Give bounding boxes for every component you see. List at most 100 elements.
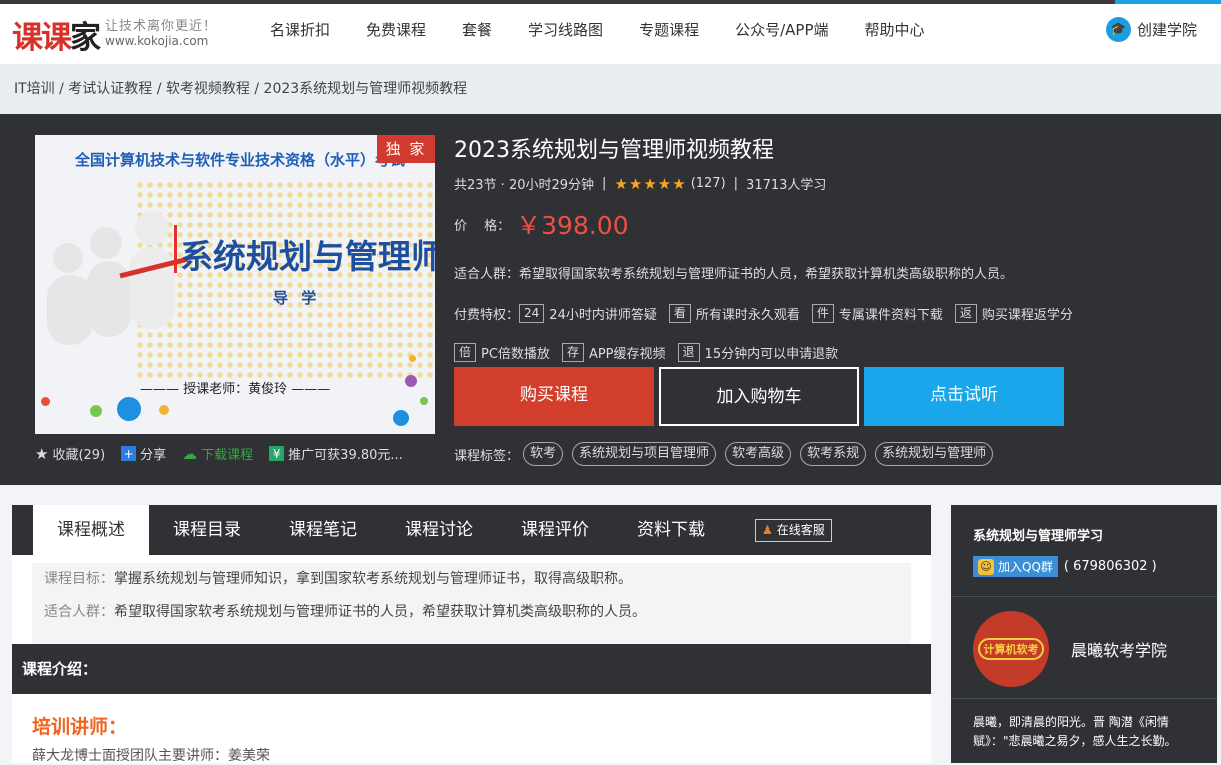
privilege-text: 购买课程返学分 [981,308,1073,323]
decor-ball [420,397,428,405]
logo-wordmark: 课课家 [12,19,101,56]
goal-label: 适合人群： [44,604,114,620]
create-academy-label: 创建学院 [1136,21,1197,39]
tag-pill[interactable]: 软考高级 [725,442,792,466]
audience-text: 适合人群：希望取得国家软考系统规划与管理师证书的人员，希望获取计算机类高级职称的… [454,267,1014,282]
tab-notes[interactable]: 课程笔记 [265,505,381,555]
course-cover[interactable]: 全国计算机技术与软件专业技术资格（水平）考试 独 家 系统规划与管理师 导 学 … [35,135,435,434]
course-info: 2023系统规划与管理师视频教程 共23节 · 20小时29分钟 | ★★★★★… [454,132,1194,362]
share-action[interactable]: + 分享 [121,444,166,463]
online-service-label: 在线客服 [776,523,825,537]
decor-ball [41,397,50,406]
cover-title-bar [174,225,177,273]
tag-pill[interactable]: 系统规划与项目管理师 [572,442,717,466]
trial-listen-button[interactable]: 点击试听 [864,367,1064,426]
privilege-text: 15分钟内可以申请退款 [704,347,839,362]
privileges-label: 付费特权： [454,308,520,323]
tag-pill[interactable]: 软考系规 [800,442,867,466]
privilege-badge: 24 [519,304,545,323]
tag-pill[interactable]: 软考 [523,442,564,466]
school-name: 晨曦软考学院 [1071,641,1168,660]
cover-dot-pattern [135,180,435,380]
privilege-item: 看所有课时永久观看 [668,304,800,323]
tab-discussion[interactable]: 课程讨论 [381,505,497,555]
decor-ball [405,375,417,387]
price-row: 价 格： ￥398.00 [454,206,1194,242]
cover-teacher: ——— 授课老师：黄俊玲 ——— [140,382,331,397]
privilege-badge: 退 [677,343,700,362]
figure-head-1 [53,243,83,273]
sidebar: 系统规划与管理师学习 ☺ 加入QQ群 ( 679806302 ) 计算机软考 晨曦… [951,505,1217,763]
content-tabs: 课程概述 课程目录 课程笔记 课程讨论 课程评价 资料下载 ♟ 在线客服 [12,505,931,555]
privilege-text: 专属课件资料下载 [838,308,943,323]
decor-ball [409,355,416,362]
logo-tagline: 让技术离你更近！ www.kokojia.com [105,19,218,49]
privilege-item: 存 APP缓存视频 [561,343,666,362]
add-to-cart-button[interactable]: 加入购物车 [659,367,859,426]
download-action[interactable]: ☁ 下载课程 [182,444,253,464]
school-logo-text: 计算机软考 [978,638,1044,660]
favorite-action[interactable]: ★ 收藏(29) [35,444,105,464]
privilege-text: PC倍数播放 [481,347,550,362]
privilege-badge: 存 [561,343,584,362]
meta-separator: | [733,176,739,191]
figure-body-3 [129,247,175,329]
promo-action[interactable]: ¥ 推广可获39.80元... [269,444,403,463]
tab-overview[interactable]: 课程概述 [33,505,149,555]
logo-slogan: 让技术离你更近！ [105,19,218,34]
yen-icon: ¥ [269,446,285,461]
cover-subtitle: 导 学 [273,289,321,307]
privilege-badge: 倍 [454,343,477,362]
goal-item: 课程目标：掌握系统规划与管理师知识，拿到国家软考系统规划与管理师证书，取得高级职… [44,571,899,588]
privilege-badge: 看 [668,304,691,323]
figure-head-2 [90,227,122,259]
school-logo: 计算机软考 [973,611,1049,687]
lecturer-text: 薛大龙博士面授团队主要讲师：姜美荣 [32,748,270,764]
course-title: 2023系统规划与管理师视频教程 [454,138,774,163]
goal-text: 掌握系统规划与管理师知识，拿到国家软考系统规划与管理师证书，取得高级职称。 [114,571,632,587]
privilege-item: 返购买课程返学分 [954,304,1073,323]
group-title: 系统规划与管理师学习 [973,529,1104,544]
privilege-item: 倍 PC倍数播放 [454,343,550,362]
decor-ball [159,405,169,415]
course-price: ￥398.00 [516,211,629,240]
decor-ball [90,405,102,417]
privilege-badge: 返 [954,304,977,323]
school-description: 晨曦，即清晨的阳光。晋 陶潜《闲情赋》："悲晨曦之易夕，感人生之长勤。 [973,715,1177,748]
nav-app[interactable]: 公众号/APP端 [717,4,846,64]
tab-reviews[interactable]: 课程评价 [497,505,613,555]
nav-learning-path[interactable]: 学习线路图 [510,4,621,64]
tab-downloads[interactable]: 资料下载 [613,505,729,555]
site-logo[interactable]: 课课家 让技术离你更近！ www.kokojia.com [12,13,218,56]
cover-headline: 全国计算机技术与软件专业技术资格（水平）考试 [75,151,406,169]
create-academy-link[interactable]: 🎓 创建学院 [1105,17,1197,42]
join-qq-button[interactable]: ☺ 加入QQ群 [973,556,1058,577]
star-icon: ★ [628,174,643,193]
exclusive-badge: 独 家 [377,135,435,163]
privileges-row-1: 付费特权： 24 24小时内讲师答疑 看所有课时永久观看 件专属课件资料下载 返购… [454,304,1194,323]
nav-help[interactable]: 帮助中心 [846,4,942,64]
privilege-text: 24小时内讲师答疑 [549,308,657,323]
course-meta: 共23节 · 20小时29分钟 | ★★★★★ (127) | 31713人学习 [454,174,1194,194]
online-service-button[interactable]: ♟ 在线客服 [755,519,832,542]
nav-packages[interactable]: 套餐 [444,4,510,64]
plus-icon: + [121,446,137,461]
site-header: 课课家 让技术离你更近！ www.kokojia.com 名课折扣 免费课程 套… [0,4,1221,64]
nav-free-courses[interactable]: 免费课程 [348,4,444,64]
course-tags: 课程标签： 软考 系统规划与项目管理师 软考高级 软考系规 系统规划与管理师 [454,442,1002,466]
course-hero: 全国计算机技术与软件专业技术资格（水平）考试 独 家 系统规划与管理师 导 学 … [0,114,1221,485]
school-card[interactable]: 计算机软考 晨曦软考学院 [951,597,1217,687]
breadcrumb[interactable]: IT培训 / 考试认证教程 / 软考视频教程 / 2023系统规划与管理师视频教… [0,64,1221,114]
buy-course-button[interactable]: 购买课程 [454,367,654,426]
goal-label: 课程目标： [44,571,114,587]
tag-pill[interactable]: 系统规划与管理师 [875,442,994,466]
star-icon: ★ [672,174,686,193]
nav-discount[interactable]: 名课折扣 [252,4,348,64]
privileges-row-2: 倍 PC倍数播放 存 APP缓存视频 退 15分钟内可以申请退款 [454,343,1194,362]
goal-text: 希望取得国家软考系统规划与管理师证书的人员，希望获取计算机类高级职称的人员。 [114,604,646,620]
nav-topics[interactable]: 专题课程 [621,4,717,64]
privilege-item: 24 24小时内讲师答疑 [519,304,657,323]
tab-catalog[interactable]: 课程目录 [149,505,265,555]
logo-domain: www.kokojia.com [105,34,209,48]
star-icon: ★ [657,174,672,193]
